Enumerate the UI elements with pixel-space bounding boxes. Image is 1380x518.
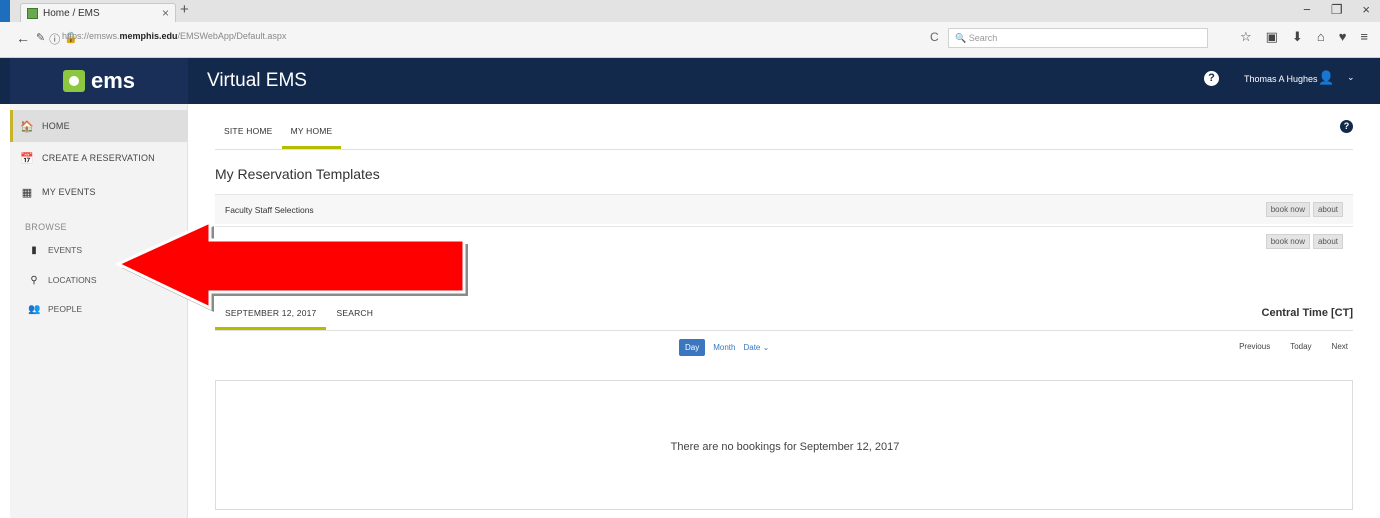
book-now-button[interactable]: book now xyxy=(1265,234,1310,249)
bookmark-icon: ▮ xyxy=(31,244,37,256)
new-tab-icon[interactable]: + xyxy=(180,1,189,18)
sidebar-item-label: PEOPLE xyxy=(48,304,83,314)
sidebar-item-create-reservation[interactable]: 📅 CREATE A RESERVATION xyxy=(10,142,188,174)
next-button[interactable]: Next xyxy=(1332,342,1348,351)
star-icon[interactable]: ☆ xyxy=(1240,29,1252,45)
month-view-button[interactable]: Month xyxy=(713,343,735,352)
today-button[interactable]: Today xyxy=(1290,342,1311,351)
sidebar-item-home[interactable]: 🏠 HOME xyxy=(10,110,188,142)
user-name[interactable]: Thomas A Hughes xyxy=(1244,74,1318,84)
sidebar-item-label: HOME xyxy=(42,121,70,131)
sidebar-item-people[interactable]: 👥 PEOPLE xyxy=(28,297,82,321)
map-marker-icon: ⚲ xyxy=(30,274,38,286)
window-close-icon[interactable]: × xyxy=(1362,2,1370,18)
tab-close-icon[interactable]: × xyxy=(162,6,169,20)
browse-label: BROWSE xyxy=(25,222,67,232)
browser-toolbar-icons: ☆ ▣ ⬇ ⌂ ♥ ≡ xyxy=(1240,29,1368,45)
no-bookings-message: There are no bookings for September 12, … xyxy=(670,441,900,453)
app-title: Virtual EMS xyxy=(207,70,307,91)
sidebar-item-label: CREATE A RESERVATION xyxy=(42,153,155,163)
template-actions: book now about xyxy=(1265,234,1343,249)
red-arrow-annotation xyxy=(114,219,468,312)
about-button[interactable]: about xyxy=(1312,202,1343,217)
window-controls: − ❐ × xyxy=(1303,2,1370,18)
browser-tab[interactable]: Home / EMS × xyxy=(20,3,176,22)
app-header: ems Virtual EMS ? Thomas A Hughes 👤 ⌄ xyxy=(0,58,1380,104)
minimize-icon[interactable]: − xyxy=(1303,2,1311,18)
date-pager: Previous Today Next xyxy=(1239,342,1348,351)
people-icon: 👥 xyxy=(28,303,41,315)
browser-titlebar: Home / EMS × + − ❐ × xyxy=(0,0,1380,56)
tabs-divider xyxy=(215,149,1353,150)
url-field[interactable]: https://emsws.memphis.edu/EMSWebApp/Defa… xyxy=(62,31,286,41)
restore-icon[interactable]: ❐ xyxy=(1331,2,1343,18)
wrench-icon: ✎ xyxy=(36,32,46,44)
tab-site-home[interactable]: SITE HOME xyxy=(215,117,282,149)
sidebar-item-events[interactable]: ▮ EVENTS xyxy=(28,238,82,262)
logo[interactable]: ems xyxy=(10,58,188,104)
about-button[interactable]: about xyxy=(1312,234,1343,249)
browser-search-input[interactable]: 🔍 Search xyxy=(948,28,1208,48)
page-help-icon[interactable]: ? xyxy=(1340,120,1353,133)
favicon-icon xyxy=(27,7,38,19)
sidebar-item-label: MY EVENTS xyxy=(42,187,96,197)
template-actions: book now about xyxy=(1265,202,1343,217)
user-icon[interactable]: 👤 xyxy=(1318,70,1334,86)
day-view-button[interactable]: Day xyxy=(679,339,706,356)
reload-icon[interactable]: C xyxy=(930,30,939,44)
book-now-button[interactable]: book now xyxy=(1265,202,1310,217)
sidebar-item-label: LOCATIONS xyxy=(48,275,97,285)
grid-icon: ▦ xyxy=(21,186,33,199)
calendar-plus-icon: 📅 xyxy=(20,152,34,165)
tab-my-home[interactable]: MY HOME xyxy=(281,117,342,149)
ems-logo-icon xyxy=(62,70,85,92)
sidebar-item-my-events[interactable]: ▦ MY EVENTS xyxy=(10,176,188,208)
date-picker-button[interactable]: Date ⌄ xyxy=(743,343,769,352)
sidebar-item-locations[interactable]: ⚲ LOCATIONS xyxy=(28,268,97,292)
pocket-icon[interactable]: ♥ xyxy=(1339,29,1347,45)
clipboard-icon[interactable]: ▣ xyxy=(1266,29,1278,45)
timezone-label: Central Time [CT] xyxy=(1261,307,1353,319)
chevron-down-icon[interactable]: ⌄ xyxy=(1347,72,1355,83)
calendar-divider xyxy=(215,330,1353,331)
tab-title: Home / EMS xyxy=(43,7,100,19)
address-bar: ← ✎ ⓘ 🔒 https://emsws.memphis.edu/EMSWeb… xyxy=(0,22,1380,58)
sidebar-item-label: EVENTS xyxy=(48,245,83,255)
menu-icon[interactable]: ≡ xyxy=(1360,29,1368,45)
sidebar: 🏠 HOME 📅 CREATE A RESERVATION ▦ MY EVENT… xyxy=(10,104,188,518)
template-name: Faculty Staff Selections xyxy=(225,204,314,215)
download-icon[interactable]: ⬇ xyxy=(1292,29,1303,45)
info-icon: ⓘ xyxy=(49,34,61,46)
home-icon: 🏠 xyxy=(20,120,34,133)
previous-button[interactable]: Previous xyxy=(1239,342,1270,351)
help-icon[interactable]: ? xyxy=(1204,71,1219,86)
view-switcher: Day Month Date ⌄ xyxy=(679,339,769,356)
home-browser-icon[interactable]: ⌂ xyxy=(1317,29,1325,45)
templates-title: My Reservation Templates xyxy=(215,166,380,182)
back-arrow-icon[interactable]: ← xyxy=(16,30,30,46)
home-tabs: SITE HOME MY HOME xyxy=(215,117,342,149)
logo-text: ems xyxy=(90,68,136,93)
bookings-panel: There are no bookings for September 12, … xyxy=(215,380,1353,510)
